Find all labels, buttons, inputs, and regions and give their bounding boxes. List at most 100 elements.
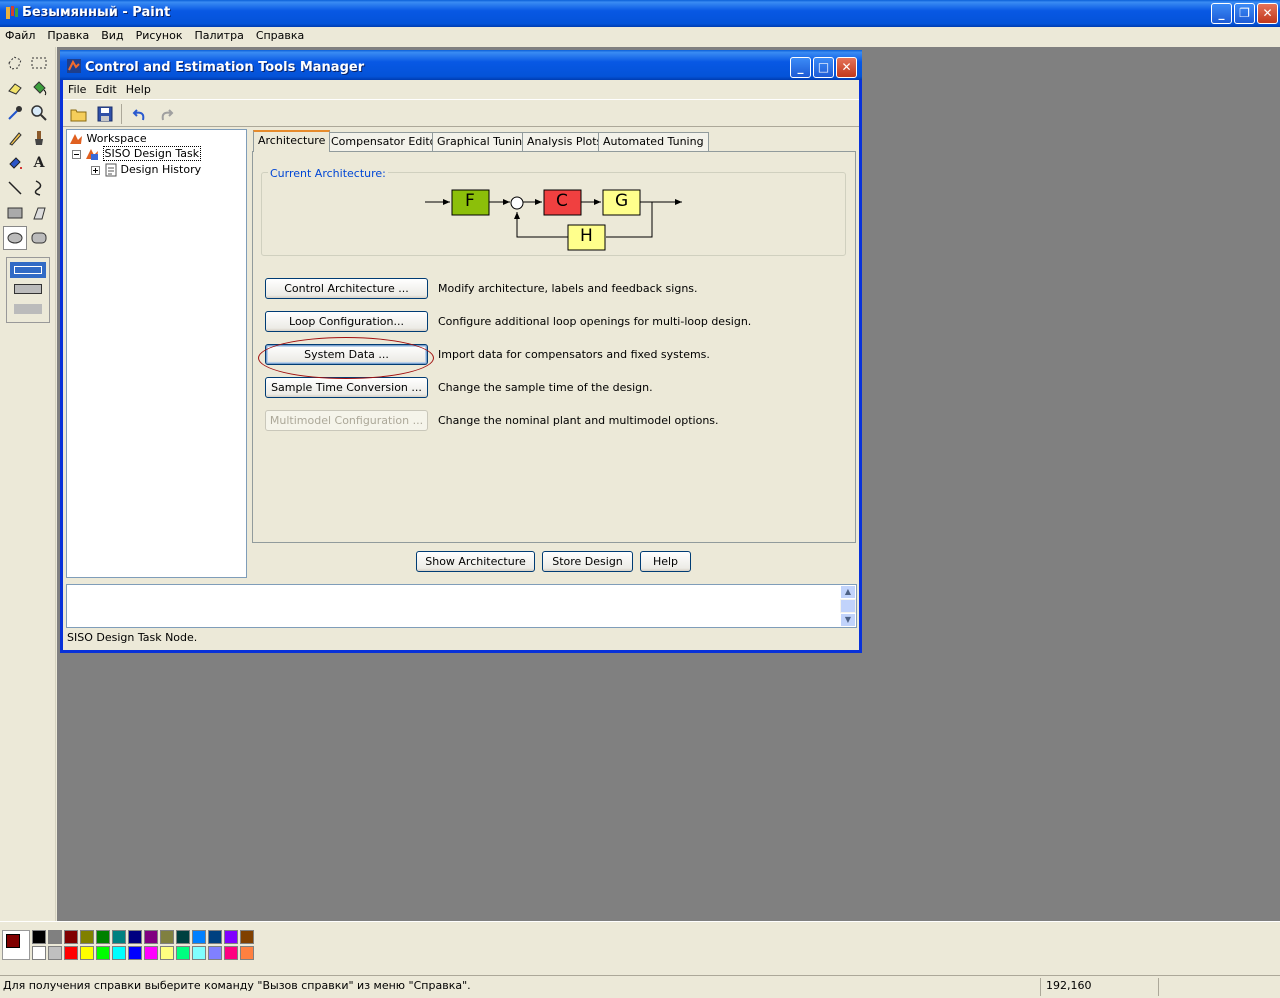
fill-icon[interactable]	[27, 76, 51, 100]
open-folder-icon[interactable]	[70, 105, 88, 123]
curve-icon[interactable]	[27, 176, 51, 200]
paint-menu-bar: Файл Правка Вид Рисунок Палитра Справка	[0, 27, 1280, 47]
store-design-button[interactable]: Store Design	[542, 551, 633, 572]
redo-icon[interactable]	[157, 105, 175, 123]
ctm-close-button[interactable]: ✕	[836, 57, 857, 78]
palette-swatch[interactable]	[144, 930, 158, 944]
rectangle-icon[interactable]	[3, 201, 27, 225]
tab-compensator-editor[interactable]: Compensator Editor	[326, 132, 446, 151]
sample-time-conversion-desc: Change the sample time of the design.	[438, 381, 653, 394]
help-button[interactable]: Help	[640, 551, 691, 572]
palette-swatch[interactable]	[48, 930, 62, 944]
palette-swatch[interactable]	[64, 946, 78, 960]
control-architecture-button[interactable]: Control Architecture ...	[265, 278, 428, 299]
close-button[interactable]: ✕	[1257, 3, 1278, 24]
menu-help[interactable]: Справка	[250, 27, 310, 42]
palette-swatch[interactable]	[32, 930, 46, 944]
menu-image[interactable]: Рисунок	[130, 27, 189, 42]
free-select-icon[interactable]	[3, 51, 27, 75]
loop-configuration-button[interactable]: Loop Configuration...	[265, 311, 428, 332]
matlab-logo-icon	[70, 134, 82, 144]
palette-swatch[interactable]	[128, 946, 142, 960]
eraser-icon[interactable]	[3, 76, 27, 100]
palette-swatch[interactable]	[160, 946, 174, 960]
ctm-maximize-button[interactable]: □	[813, 57, 834, 78]
palette-swatch[interactable]	[144, 946, 158, 960]
minimize-button[interactable]: _	[1211, 3, 1232, 24]
palette-swatch[interactable]	[240, 930, 254, 944]
palette-swatch[interactable]	[96, 946, 110, 960]
palette-swatch[interactable]	[176, 930, 190, 944]
save-icon[interactable]	[96, 105, 114, 123]
palette-swatch[interactable]	[192, 930, 206, 944]
scroll-down-icon[interactable]: ▼	[840, 613, 856, 627]
ctm-title-bar: Control and Estimation Tools Manager _ □…	[60, 50, 862, 80]
rect-select-icon[interactable]	[27, 51, 51, 75]
paint-title: Безымянный - Paint	[22, 5, 171, 20]
palette-swatch[interactable]	[64, 930, 78, 944]
polygon-icon[interactable]	[27, 201, 51, 225]
workspace-tree[interactable]: Workspace SISO Design Task Design Histor…	[66, 129, 247, 578]
fill-style-fill[interactable]	[14, 304, 42, 314]
restore-button[interactable]: ❐	[1234, 3, 1255, 24]
ctm-menu-edit[interactable]: Edit	[90, 80, 120, 96]
ctm-window-image[interactable]: Control and Estimation Tools Manager _ □…	[60, 50, 862, 653]
menu-palette[interactable]: Палитра	[188, 27, 249, 42]
palette-swatch[interactable]	[112, 946, 126, 960]
brush-icon[interactable]	[27, 126, 51, 150]
fill-style-outline-fill[interactable]	[14, 284, 42, 294]
menu-file[interactable]: Файл	[0, 27, 41, 42]
message-area[interactable]: ▲ ▼	[66, 584, 857, 628]
line-icon[interactable]	[3, 176, 27, 200]
palette-swatch[interactable]	[128, 930, 142, 944]
show-architecture-button[interactable]: Show Architecture	[416, 551, 535, 572]
tab-architecture[interactable]: Architecture	[253, 130, 331, 152]
menu-view[interactable]: Вид	[95, 27, 129, 42]
history-icon	[105, 163, 117, 177]
color-picker-icon[interactable]	[3, 101, 27, 125]
scroll-thumb[interactable]	[841, 600, 855, 612]
scroll-up-icon[interactable]: ▲	[840, 585, 856, 599]
workspace-node[interactable]: Workspace	[69, 132, 147, 146]
airbrush-icon[interactable]	[3, 151, 27, 175]
palette-swatch[interactable]	[96, 930, 110, 944]
palette-swatch[interactable]	[240, 946, 254, 960]
palette-swatch[interactable]	[176, 946, 190, 960]
palette-swatch[interactable]	[160, 930, 174, 944]
palette-swatch[interactable]	[80, 930, 94, 944]
palette-swatch[interactable]	[48, 946, 62, 960]
magnifier-icon[interactable]	[27, 101, 51, 125]
pencil-icon[interactable]	[3, 126, 27, 150]
expand-toggle-icon[interactable]	[91, 165, 100, 178]
palette-swatch[interactable]	[208, 946, 222, 960]
palette-swatch[interactable]	[224, 946, 238, 960]
tab-graphical-tuning[interactable]: Graphical Tuning	[432, 132, 535, 151]
palette-swatch[interactable]	[32, 946, 46, 960]
siso-design-task-node[interactable]: SISO Design Task	[85, 146, 202, 161]
paint-app-icon	[4, 5, 20, 21]
tab-analysis-plots[interactable]: Analysis Plots	[522, 132, 608, 151]
sample-time-conversion-button[interactable]: Sample Time Conversion ...	[265, 377, 428, 398]
menu-edit[interactable]: Правка	[41, 27, 95, 42]
tab-automated-tuning[interactable]: Automated Tuning	[598, 132, 709, 151]
text-tool-icon[interactable]: A	[27, 151, 51, 175]
collapse-toggle-icon[interactable]	[72, 149, 81, 162]
ctm-minimize-button[interactable]: _	[790, 57, 811, 78]
palette-swatch[interactable]	[112, 930, 126, 944]
message-scrollbar[interactable]: ▲ ▼	[840, 585, 856, 627]
palette-swatch[interactable]	[80, 946, 94, 960]
rounded-rectangle-icon[interactable]	[27, 226, 51, 250]
block-f-label: F	[465, 191, 475, 211]
design-history-node[interactable]: Design History	[105, 163, 201, 177]
ellipse-icon[interactable]	[3, 226, 27, 250]
ctm-menu-file[interactable]: File	[63, 80, 90, 96]
palette-swatch[interactable]	[224, 930, 238, 944]
undo-icon[interactable]	[131, 105, 149, 123]
palette-swatch[interactable]	[208, 930, 222, 944]
fill-style-outline[interactable]	[10, 262, 46, 278]
palette-swatch[interactable]	[192, 946, 206, 960]
ctm-title: Control and Estimation Tools Manager	[85, 60, 365, 75]
siso-task-icon	[86, 149, 98, 160]
ctm-menu-help[interactable]: Help	[121, 80, 155, 96]
current-colors[interactable]	[2, 930, 30, 960]
